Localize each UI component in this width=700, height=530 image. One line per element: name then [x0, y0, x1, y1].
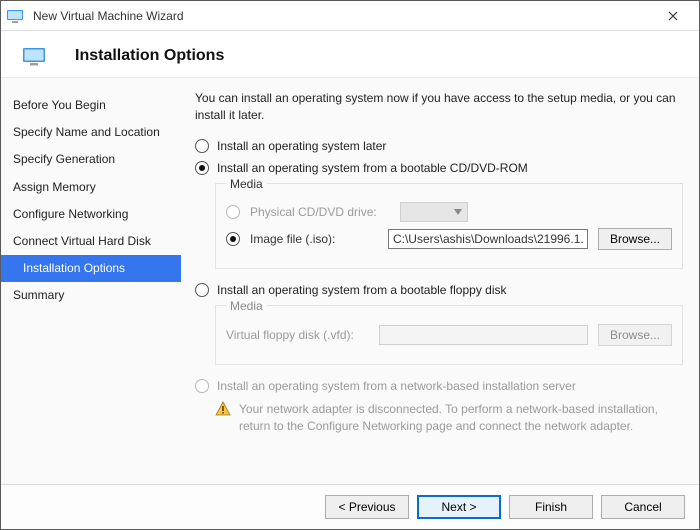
- titlebar: New Virtual Machine Wizard: [1, 1, 699, 31]
- nav-connect-vhd[interactable]: Connect Virtual Hard Disk: [1, 228, 181, 255]
- wizard-content: You can install an operating system now …: [181, 78, 699, 484]
- network-warning: Your network adapter is disconnected. To…: [215, 401, 683, 435]
- close-button[interactable]: [653, 1, 693, 30]
- finish-button[interactable]: Finish: [509, 495, 593, 519]
- radio-icon: [195, 161, 209, 175]
- media-legend: Media: [226, 177, 267, 191]
- next-button[interactable]: Next >: [417, 495, 501, 519]
- intro-text: You can install an operating system now …: [195, 90, 683, 125]
- radio-icon: [195, 139, 209, 153]
- option-image-file[interactable]: Image file (.iso): Browse...: [226, 228, 672, 250]
- vfd-input: [379, 325, 588, 345]
- nav-configure-networking[interactable]: Configure Networking: [1, 201, 181, 228]
- wizard-sidebar: Before You Begin Specify Name and Locati…: [1, 78, 181, 484]
- nav-specify-name-location[interactable]: Specify Name and Location: [1, 119, 181, 146]
- option-install-later[interactable]: Install an operating system later: [195, 139, 683, 153]
- vfd-label: Virtual floppy disk (.vfd):: [226, 328, 369, 342]
- option-install-cddvd[interactable]: Install an operating system from a boota…: [195, 161, 683, 175]
- wizard-header: Installation Options: [1, 31, 699, 78]
- warning-icon: [215, 401, 231, 417]
- nav-summary[interactable]: Summary: [1, 282, 181, 309]
- option-install-floppy-label: Install an operating system from a boota…: [217, 283, 507, 297]
- physical-drive-label: Physical CD/DVD drive:: [250, 205, 390, 219]
- page-title: Installation Options: [75, 47, 224, 65]
- previous-button[interactable]: < Previous: [325, 495, 409, 519]
- image-file-input[interactable]: [388, 229, 588, 249]
- browse-iso-button[interactable]: Browse...: [598, 228, 672, 250]
- option-install-network: Install an operating system from a netwo…: [195, 379, 683, 393]
- nav-before-you-begin[interactable]: Before You Begin: [1, 92, 181, 119]
- option-physical-drive: Physical CD/DVD drive:: [226, 202, 672, 222]
- wizard-body: Before You Begin Specify Name and Locati…: [1, 78, 699, 484]
- browse-vfd-button: Browse...: [598, 324, 672, 346]
- media-group-floppy: Media Virtual floppy disk (.vfd): Browse…: [215, 305, 683, 365]
- option-install-later-label: Install an operating system later: [217, 139, 386, 153]
- option-install-floppy[interactable]: Install an operating system from a boota…: [195, 283, 683, 297]
- option-install-cddvd-label: Install an operating system from a boota…: [217, 161, 528, 175]
- media-legend: Media: [226, 299, 267, 313]
- radio-icon: [226, 205, 240, 219]
- vm-icon: [23, 45, 45, 67]
- nav-installation-options[interactable]: Installation Options: [1, 255, 181, 282]
- option-install-network-label: Install an operating system from a netwo…: [217, 379, 576, 393]
- image-file-label: Image file (.iso):: [250, 232, 378, 246]
- nav-assign-memory[interactable]: Assign Memory: [1, 174, 181, 201]
- radio-icon: [195, 379, 209, 393]
- nav-specify-generation[interactable]: Specify Generation: [1, 146, 181, 173]
- media-group-cddvd: Media Physical CD/DVD drive: Image file …: [215, 183, 683, 269]
- close-icon: [668, 11, 678, 21]
- vm-icon: [7, 8, 23, 24]
- cancel-button[interactable]: Cancel: [601, 495, 685, 519]
- network-warning-text: Your network adapter is disconnected. To…: [239, 401, 683, 435]
- wizard-footer: < Previous Next > Finish Cancel: [1, 484, 699, 529]
- physical-drive-select: [400, 202, 468, 222]
- radio-icon: [226, 232, 240, 246]
- radio-icon: [195, 283, 209, 297]
- window-title: New Virtual Machine Wizard: [29, 9, 653, 23]
- wizard-window: New Virtual Machine Wizard Installation …: [0, 0, 700, 530]
